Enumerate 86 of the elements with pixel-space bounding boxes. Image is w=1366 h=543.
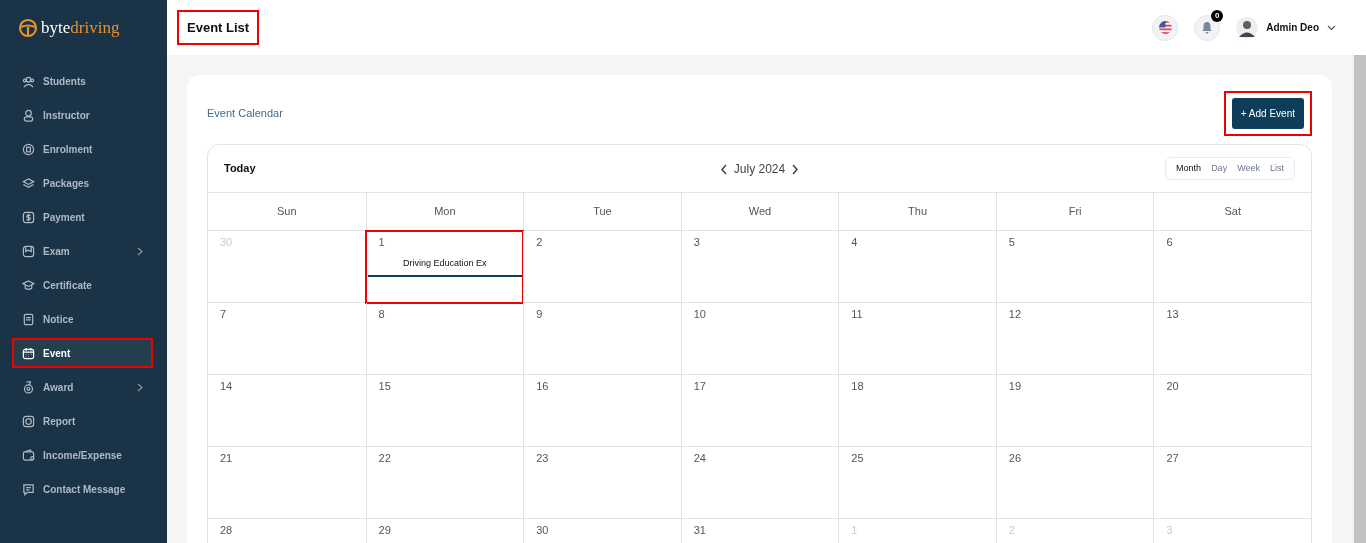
scrollbar[interactable]: [1352, 55, 1366, 543]
calendar-event[interactable]: Driving Education Ex: [367, 253, 523, 277]
day-number[interactable]: 13: [1166, 306, 1299, 323]
people-icon: [22, 74, 35, 88]
sidebar-item[interactable]: Event: [12, 338, 153, 368]
sidebar-item[interactable]: Award: [12, 372, 153, 402]
sidebar-item[interactable]: Contact Message: [12, 474, 153, 504]
day-number[interactable]: 5: [1008, 234, 1142, 251]
book-icon: [22, 244, 35, 258]
panel-title: Event Calendar: [207, 106, 283, 122]
view-tab[interactable]: Month: [1172, 161, 1206, 176]
day-number[interactable]: 31: [693, 522, 827, 539]
graduation-cap-icon: [22, 278, 35, 292]
sidebar-item[interactable]: Instructor: [12, 100, 153, 130]
medal-icon: [22, 380, 35, 394]
weekday-header: Tue: [523, 193, 681, 231]
add-event-button[interactable]: + Add Event: [1231, 98, 1304, 129]
avatar-icon: [1236, 16, 1259, 39]
bell-icon: [1201, 21, 1214, 34]
weekday-header: Sat: [1153, 193, 1311, 231]
view-tab[interactable]: List: [1266, 161, 1288, 176]
day-number[interactable]: 8: [378, 306, 512, 323]
day-number[interactable]: 9: [536, 306, 669, 323]
day-number[interactable]: 12: [1008, 306, 1142, 323]
dollar-icon: [22, 210, 35, 224]
sidebar-item[interactable]: Exam: [12, 236, 153, 266]
sidebar-item[interactable]: Enrolment: [12, 134, 153, 164]
brand-logo: bytedriving: [41, 17, 120, 40]
chevron-down-icon: [1327, 24, 1336, 31]
day-number[interactable]: 19: [1008, 378, 1142, 395]
day-number[interactable]: 29: [378, 522, 512, 539]
person-icon: [22, 108, 35, 122]
weekday-header: Fri: [995, 193, 1154, 231]
day-number[interactable]: 25: [851, 450, 984, 467]
day-number[interactable]: 17: [693, 378, 827, 395]
day-number[interactable]: 27: [1166, 450, 1299, 467]
layers-icon: [22, 176, 35, 190]
day-number[interactable]: 24: [693, 450, 827, 467]
month-label: July 2024: [733, 160, 786, 178]
notification-count: 0: [1211, 9, 1224, 22]
today-button[interactable]: Today: [224, 160, 256, 177]
weekday-header: Mon: [365, 193, 524, 231]
language-button[interactable]: [1152, 14, 1179, 41]
sidebar-item[interactable]: Income/Expense: [12, 440, 153, 470]
page-title: Event List: [177, 9, 260, 46]
user-menu[interactable]: Admin Deo: [1236, 16, 1336, 39]
sidebar-item[interactable]: Certificate: [12, 270, 153, 300]
chevron-right-icon: [791, 163, 800, 175]
sidebar-item[interactable]: Students: [12, 66, 153, 96]
day-number[interactable]: 4: [851, 234, 984, 251]
document-icon: [22, 312, 35, 326]
calendar-icon: [22, 346, 35, 360]
sidebar-item[interactable]: Payment: [12, 202, 153, 232]
day-number[interactable]: 10: [693, 306, 827, 323]
chevron-left-icon: [719, 163, 728, 175]
wallet-icon: [22, 448, 35, 462]
badge-icon: [22, 142, 35, 156]
sidebar-item[interactable]: Report: [12, 406, 153, 436]
day-number[interactable]: 22: [378, 450, 512, 467]
day-number[interactable]: 30: [536, 522, 669, 539]
chart-box-icon: [22, 414, 35, 428]
view-tab[interactable]: Day: [1207, 161, 1232, 176]
chat-icon: [22, 482, 35, 496]
day-number[interactable]: 20: [1166, 378, 1299, 395]
day-number[interactable]: 23: [536, 450, 669, 467]
day-number[interactable]: 14: [220, 378, 354, 395]
day-number[interactable]: 7: [220, 306, 354, 323]
day-number[interactable]: 11: [851, 306, 984, 323]
weekday-header: Thu: [838, 193, 996, 231]
day-number[interactable]: 2: [536, 234, 669, 251]
day-number[interactable]: 21: [220, 450, 354, 467]
weekday-header: Sun: [208, 193, 366, 231]
day-number[interactable]: 28: [220, 522, 354, 539]
day-number[interactable]: 16: [536, 378, 669, 395]
steering-wheel-icon: [18, 18, 38, 38]
day-number[interactable]: 15: [378, 378, 512, 395]
day-number[interactable]: 6: [1166, 234, 1299, 251]
flag-icon: [1158, 21, 1172, 34]
sidebar-item[interactable]: Notice: [12, 304, 153, 334]
weekday-header: Wed: [680, 193, 839, 231]
day-number[interactable]: 26: [1008, 450, 1142, 467]
view-tab[interactable]: Week: [1233, 161, 1264, 176]
day-number[interactable]: 18: [851, 378, 984, 395]
day-number[interactable]: 3: [693, 234, 827, 251]
day-number[interactable]: 1: [378, 234, 512, 251]
sidebar-item[interactable]: Packages: [12, 168, 153, 198]
